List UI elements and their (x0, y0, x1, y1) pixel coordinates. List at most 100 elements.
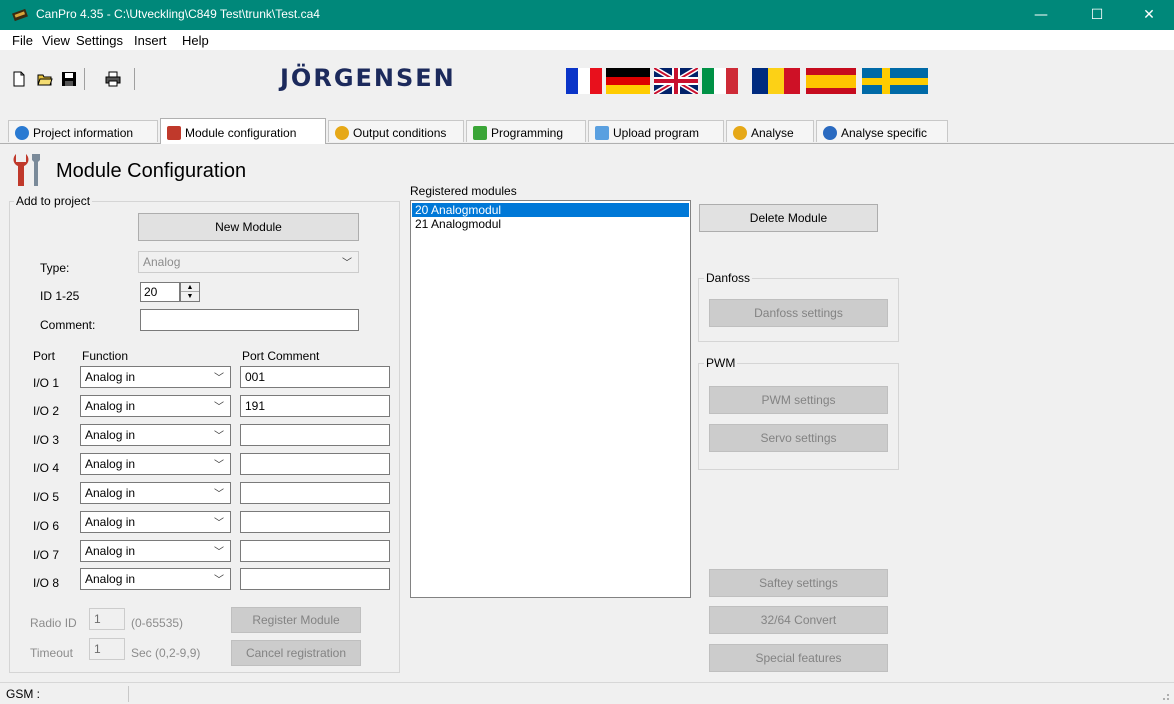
tab-output-conditions[interactable]: Output conditions (328, 120, 464, 142)
radio-id-field[interactable]: 1 (89, 608, 125, 630)
toolbar-separator (134, 68, 135, 90)
function-select[interactable]: Analog in ﹀ (80, 453, 231, 475)
danfoss-settings-button[interactable]: Danfoss settings (709, 299, 888, 327)
function-value: Analog in (85, 486, 136, 500)
registered-modules-label: Registered modules (410, 184, 517, 198)
menu-view[interactable]: View (42, 33, 70, 48)
port-label: I/O 8 (33, 576, 60, 590)
convert-button[interactable]: 32/64 Convert (709, 606, 888, 634)
port-comment-field[interactable] (240, 453, 390, 475)
saftey-settings-button[interactable]: Saftey settings (709, 569, 888, 597)
flag-italy-icon[interactable] (702, 68, 738, 94)
function-select[interactable]: Analog in ﹀ (80, 482, 231, 504)
new-file-icon[interactable] (10, 70, 28, 88)
tab-module-configuration[interactable]: Module configuration (160, 118, 326, 144)
cancel-registration-button[interactable]: Cancel registration (231, 640, 361, 666)
type-value: Analog (143, 255, 181, 269)
maximize-button[interactable]: ☐ (1074, 0, 1120, 30)
special-features-button[interactable]: Special features (709, 644, 888, 672)
port-label: I/O 3 (33, 433, 60, 447)
menu-help[interactable]: Help (182, 33, 209, 48)
timeout-label: Timeout (30, 646, 73, 660)
save-icon[interactable] (60, 70, 78, 88)
id-label: ID 1-25 (40, 289, 80, 303)
close-button[interactable]: ✕ (1126, 0, 1172, 30)
comment-field[interactable] (140, 309, 359, 331)
chevron-down-icon: ﹀ (214, 575, 224, 586)
menu-insert[interactable]: Insert (134, 33, 167, 48)
flag-sweden-icon[interactable] (862, 68, 928, 94)
id-spinner[interactable]: ▲ ▼ (180, 282, 200, 302)
magnifier-icon (823, 125, 837, 140)
port-label: I/O 1 (33, 376, 60, 390)
port-comment-field[interactable] (240, 511, 390, 533)
flag-romania-icon[interactable] (752, 68, 800, 94)
speech-icon (733, 125, 747, 140)
port-label: I/O 7 (33, 548, 60, 562)
print-icon[interactable] (104, 70, 122, 88)
minimize-button[interactable]: — (1018, 0, 1064, 30)
tab-label: Upload program (613, 125, 700, 140)
page-title: Module Configuration (56, 160, 247, 182)
new-module-button[interactable]: New Module (138, 213, 359, 241)
port-comment-field[interactable] (240, 540, 390, 562)
port-header: Port (33, 349, 56, 363)
spin-down-icon[interactable]: ▼ (181, 292, 199, 301)
function-value: Analog in (85, 428, 136, 442)
tab-upload-program[interactable]: Upload program (588, 120, 724, 142)
chevron-down-icon: ﹀ (214, 431, 224, 442)
chevron-down-icon: ﹀ (214, 402, 224, 413)
pwm-group-label: PWM (704, 356, 738, 370)
flag-spain-icon[interactable] (806, 68, 856, 94)
menu-settings[interactable]: Settings (76, 33, 123, 48)
port-comment-field[interactable] (240, 424, 390, 446)
pwm-group (698, 363, 899, 470)
function-select[interactable]: Analog in ﹀ (80, 540, 231, 562)
function-select[interactable]: Analog in ﹀ (80, 511, 231, 533)
radio-id-label: Radio ID (30, 616, 77, 630)
pwm-settings-button[interactable]: PWM settings (709, 386, 888, 414)
gear-icon (335, 125, 349, 140)
tab-analyse[interactable]: Analyse (726, 120, 814, 142)
tab-label: Module configuration (185, 125, 297, 140)
delete-module-button[interactable]: Delete Module (699, 204, 878, 232)
flag-france-icon[interactable] (566, 68, 602, 94)
flag-united-kingdom-icon[interactable] (654, 68, 698, 94)
function-select[interactable]: Analog in ﹀ (80, 424, 231, 446)
port-comment-field[interactable]: 191 (240, 395, 390, 417)
flag-germany-icon[interactable] (606, 68, 650, 95)
tab-programming[interactable]: Programming (466, 120, 586, 142)
port-comment-field[interactable]: 001 (240, 366, 390, 388)
function-select[interactable]: Analog in ﹀ (80, 395, 231, 417)
function-select[interactable]: Analog in ﹀ (80, 568, 231, 590)
chevron-down-icon: ﹀ (214, 460, 224, 471)
comment-label: Comment: (40, 318, 96, 332)
port-comment-field[interactable] (240, 482, 390, 504)
function-value: Analog in (85, 544, 136, 558)
chevron-down-icon: ﹀ (342, 258, 352, 269)
resize-grip-icon[interactable] (1158, 689, 1170, 701)
timeout-range: Sec (0,2-9,9) (131, 646, 201, 660)
status-divider (128, 686, 129, 702)
tab-analyse-specific[interactable]: Analyse specific (816, 120, 948, 142)
type-select[interactable]: Analog ﹀ (138, 251, 359, 273)
spin-up-icon[interactable]: ▲ (181, 283, 199, 292)
open-folder-icon[interactable] (36, 70, 54, 88)
servo-settings-button[interactable]: Servo settings (709, 424, 888, 452)
register-module-button[interactable]: Register Module (231, 607, 361, 633)
timeout-field[interactable]: 1 (89, 638, 125, 660)
window-title: CanPro 4.35 - C:\Utveckling\C849 Test\tr… (36, 7, 320, 21)
list-item[interactable]: 20 Analogmodul (412, 203, 689, 217)
toolbar-separator (84, 68, 85, 90)
tab-label: Output conditions (353, 125, 447, 140)
chevron-down-icon: ﹀ (214, 547, 224, 558)
tab-label: Project information (33, 125, 134, 140)
tab-project-information[interactable]: Project information (8, 120, 158, 142)
id-field[interactable]: 20 (140, 282, 180, 302)
function-select[interactable]: Analog in ﹀ (80, 366, 231, 388)
function-value: Analog in (85, 399, 136, 413)
list-item[interactable]: 21 Analogmodul (412, 217, 689, 231)
menu-file[interactable]: File (12, 33, 33, 48)
registered-modules-list[interactable]: 20 Analogmodul 21 Analogmodul (410, 200, 691, 598)
port-comment-field[interactable] (240, 568, 390, 590)
